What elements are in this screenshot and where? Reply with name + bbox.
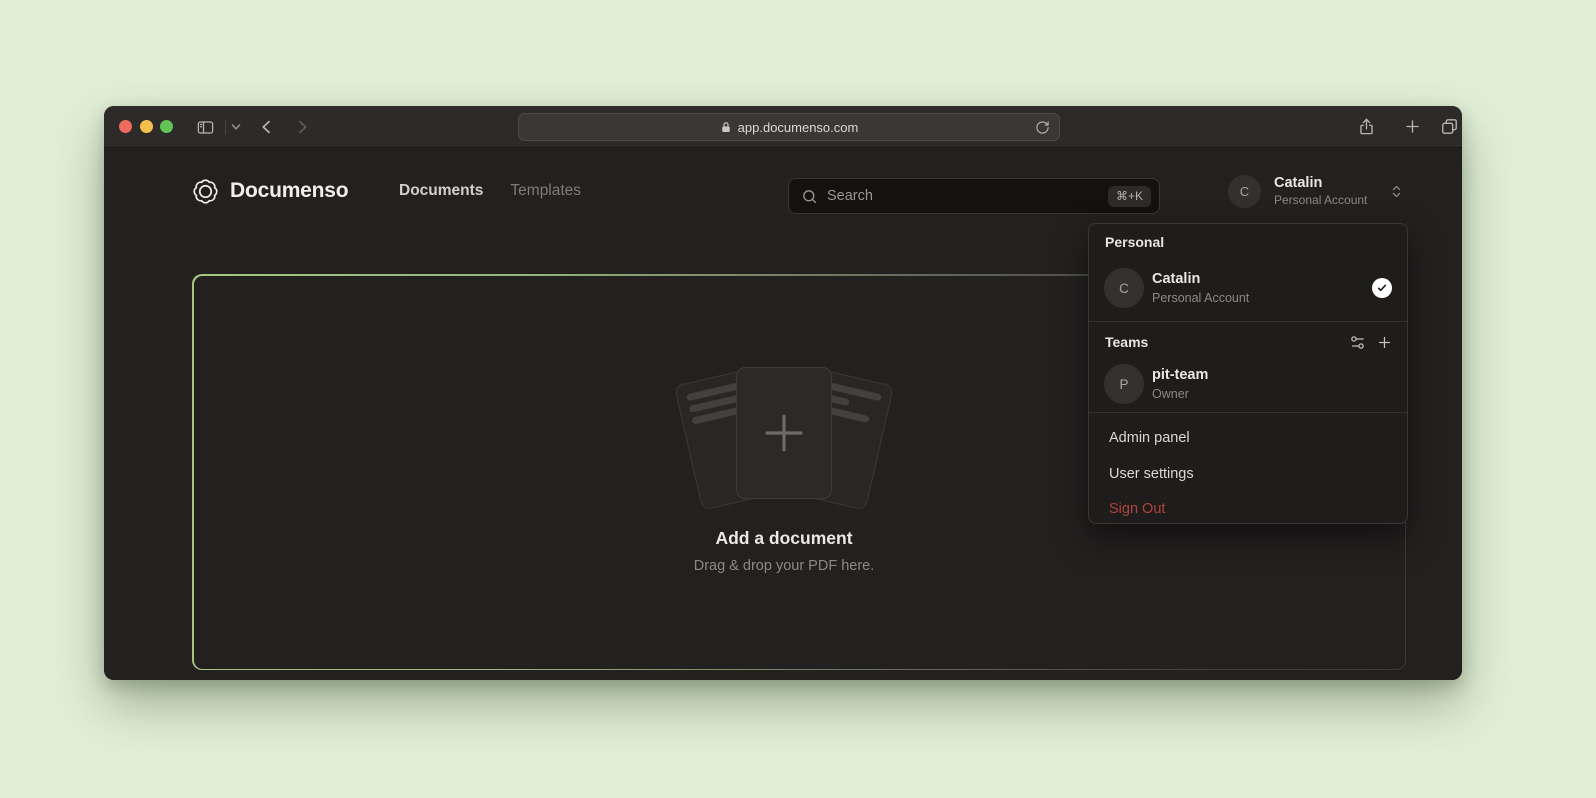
refresh-icon — [1035, 120, 1050, 135]
forward-button[interactable] — [292, 117, 312, 137]
avatar: C — [1228, 175, 1261, 208]
tabs-icon — [1440, 117, 1459, 136]
personal-account-item[interactable]: C Catalin Personal Account — [1097, 260, 1399, 316]
team-role: Owner — [1152, 387, 1208, 401]
search-shortcut-badge: ⌘+K — [1108, 186, 1151, 207]
new-tab-button[interactable] — [1403, 117, 1422, 136]
avatar: C — [1104, 268, 1144, 308]
personal-section-label: Personal — [1105, 234, 1164, 250]
account-menu-trigger[interactable]: C Catalin Personal Account — [1228, 174, 1404, 208]
menu-item-admin-panel[interactable]: Admin panel — [1097, 423, 1399, 453]
teams-section-label: Teams — [1105, 334, 1148, 350]
dropzone-title: Add a document — [715, 528, 852, 549]
back-arrow-icon — [257, 117, 277, 137]
plus-icon — [1403, 117, 1422, 136]
forward-arrow-icon — [292, 117, 312, 137]
dropzone-subtitle: Drag & drop your PDF here. — [694, 558, 875, 574]
account-dropdown-menu: Personal C Catalin Personal Account Team… — [1088, 223, 1408, 524]
dropdown-divider — [1089, 412, 1407, 413]
brand-name: Documenso — [230, 179, 348, 203]
search-icon — [801, 188, 818, 205]
chevrons-up-down-icon — [1389, 184, 1404, 199]
personal-account-name: Catalin — [1152, 271, 1249, 288]
traffic-lights — [119, 120, 173, 133]
chevron-down-icon — [231, 123, 241, 131]
url-text: app.documenso.com — [738, 120, 859, 135]
avatar: P — [1104, 364, 1144, 404]
dropdown-divider — [1089, 321, 1407, 322]
personal-account-subtitle: Personal Account — [1152, 291, 1249, 305]
address-bar[interactable]: app.documenso.com — [518, 113, 1060, 141]
browser-toolbar: app.documenso.com — [104, 106, 1462, 148]
sidebar-icon — [196, 118, 215, 137]
refresh-button[interactable] — [1035, 120, 1050, 135]
brand-logo[interactable]: Documenso — [192, 148, 348, 234]
document-card-center — [736, 367, 832, 499]
account-name: Catalin — [1274, 175, 1367, 192]
document-cards-illustration — [678, 364, 890, 506]
add-plus-icon — [757, 406, 811, 460]
nav-templates[interactable]: Templates — [510, 182, 581, 200]
menu-item-sign-out[interactable]: Sign Out — [1097, 494, 1399, 524]
settings-sliders-icon — [1349, 334, 1366, 351]
nav-documents[interactable]: Documents — [399, 182, 483, 200]
toolbar-divider — [225, 120, 226, 134]
search-bar[interactable]: ⌘+K — [788, 178, 1160, 214]
lock-icon — [720, 121, 732, 134]
sidebar-toggle-button[interactable] — [196, 118, 215, 137]
share-icon — [1357, 117, 1376, 136]
tab-overview-button[interactable] — [1440, 117, 1459, 136]
browser-window: app.documenso.com — [104, 106, 1462, 680]
minimize-window-button[interactable] — [140, 120, 153, 133]
zoom-window-button[interactable] — [160, 120, 173, 133]
selected-check-icon — [1372, 278, 1392, 298]
share-button[interactable] — [1357, 117, 1376, 136]
app-content: Documenso Documents Templates ⌘+K C Cata… — [104, 148, 1462, 680]
team-item[interactable]: P pit-team Owner — [1097, 356, 1399, 412]
plus-icon — [1376, 334, 1393, 351]
account-subtitle: Personal Account — [1274, 193, 1367, 207]
main-nav: Documents Templates — [399, 148, 581, 234]
manage-teams-button[interactable] — [1349, 334, 1366, 351]
teams-actions — [1349, 334, 1393, 351]
menu-item-user-settings[interactable]: User settings — [1097, 459, 1399, 489]
close-window-button[interactable] — [119, 120, 132, 133]
team-name: pit-team — [1152, 367, 1208, 384]
search-input[interactable] — [827, 188, 1099, 204]
documenso-seal-icon — [192, 178, 219, 205]
create-team-button[interactable] — [1376, 334, 1393, 351]
back-button[interactable] — [257, 117, 277, 137]
sidebar-menu-chevron-button[interactable] — [231, 123, 241, 131]
